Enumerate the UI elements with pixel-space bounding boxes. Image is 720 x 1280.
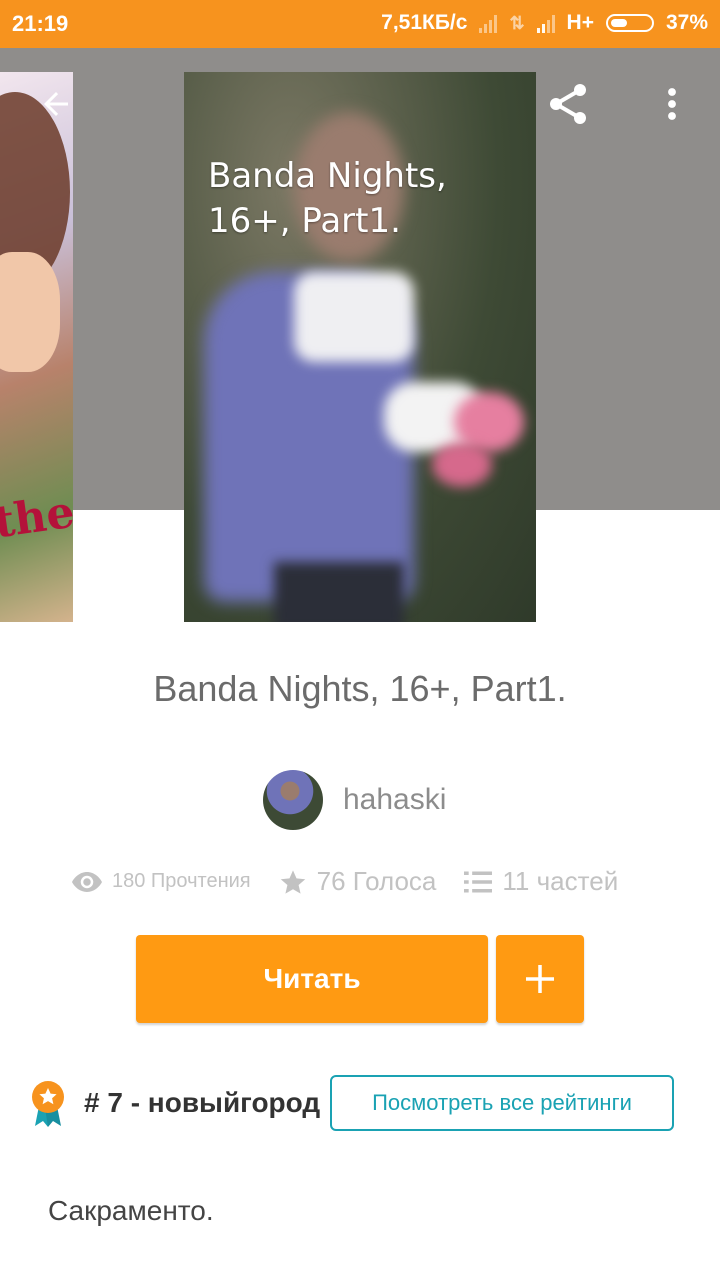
data-activity-icon: ⇅ xyxy=(509,12,525,33)
signal-2-icon xyxy=(536,13,555,33)
status-right: 7,51КБ/с ⇅ H+ 37% xyxy=(381,11,708,35)
story-cover[interactable]: Banda Nights, 16+, Part1. xyxy=(184,72,536,622)
share-button[interactable] xyxy=(540,78,596,130)
previous-story-cover[interactable]: the xyxy=(0,72,73,622)
reads-count: 180 Прочтения xyxy=(112,870,251,892)
author-name[interactable]: hahaski xyxy=(343,783,446,817)
network-speed: 7,51КБ/с xyxy=(381,11,468,34)
award-ribbon-icon xyxy=(32,1081,64,1127)
star-icon xyxy=(280,869,305,894)
arrow-left-icon xyxy=(44,92,68,116)
signal-icon xyxy=(479,13,498,33)
story-stats: 180 Прочтения 76 Голоса 11 частей xyxy=(72,866,618,897)
votes-stat: 76 Голоса xyxy=(279,866,437,897)
read-button[interactable]: Читать xyxy=(136,935,488,1023)
story-title: Banda Nights, 16+, Part1. xyxy=(153,668,567,709)
parts-stat: 11 частей xyxy=(464,866,618,897)
add-to-library-button[interactable] xyxy=(496,935,584,1023)
battery-percent: 37% xyxy=(665,11,708,34)
battery-icon xyxy=(605,14,654,32)
share-icon xyxy=(550,84,586,124)
author-row[interactable]: hahaski xyxy=(263,770,446,830)
status-time: 21:19 xyxy=(12,11,69,36)
more-vert-icon xyxy=(668,88,676,120)
network-type: H+ xyxy=(566,11,594,34)
parts-count: 11 частей xyxy=(502,866,619,896)
status-bar: 21:19 7,51КБ/с ⇅ H+ 37% xyxy=(0,0,720,48)
back-button[interactable] xyxy=(28,78,84,130)
more-options-button[interactable] xyxy=(650,78,694,130)
reads-stat: 180 Прочтения xyxy=(72,870,251,893)
votes-count: 76 Голоса xyxy=(316,866,437,896)
plus-icon xyxy=(526,965,554,993)
ranking-text: # 7 - новыйгород xyxy=(84,1087,321,1118)
avatar[interactable] xyxy=(263,770,323,830)
list-icon xyxy=(464,871,493,892)
cover-title: Banda Nights, 16+, Part1. xyxy=(208,156,447,241)
story-description: Сакраменто. xyxy=(48,1195,214,1226)
eye-icon xyxy=(72,871,102,892)
view-all-rankings-button[interactable]: Посмотреть все рейтинги xyxy=(330,1075,674,1131)
